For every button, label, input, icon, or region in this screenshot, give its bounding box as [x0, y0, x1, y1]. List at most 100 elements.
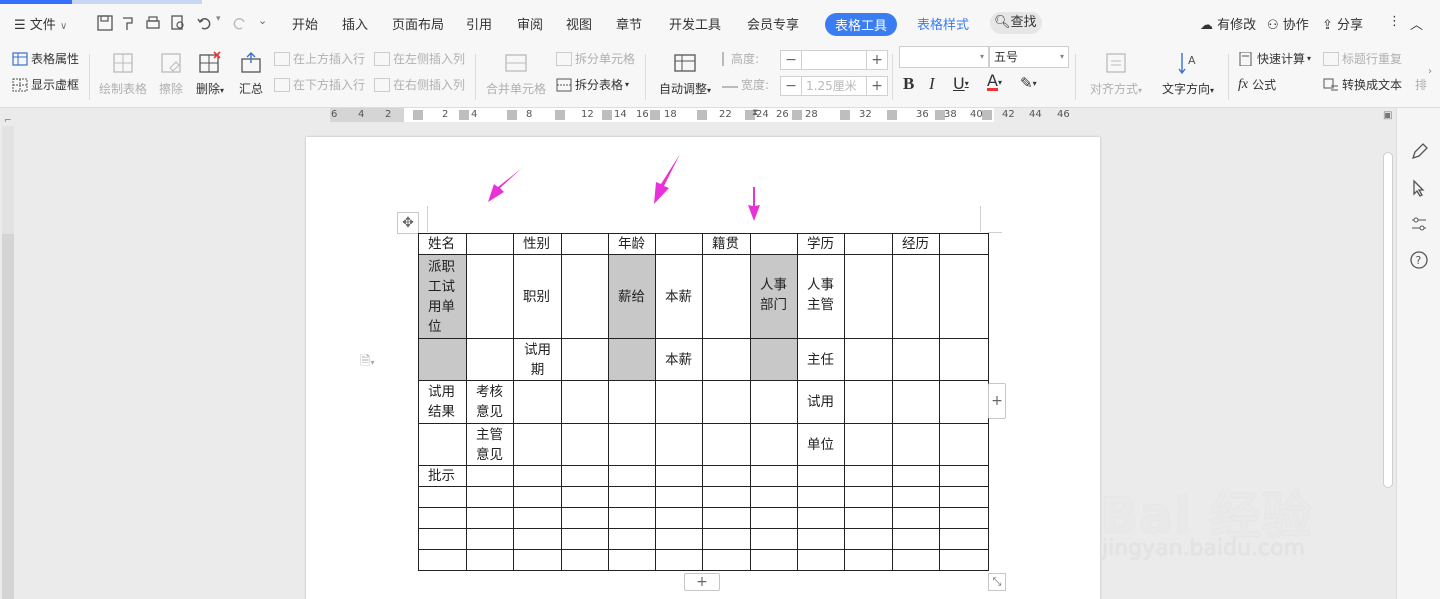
horizontal-ruler[interactable]: 6 4 2 2 4 8 12 14 16 18 22 24 26 28 32 3… [0, 108, 1380, 126]
redo-icon[interactable] [230, 14, 248, 32]
table-cell[interactable] [939, 338, 989, 381]
ruler-column-marker[interactable] [602, 110, 612, 120]
table-cell[interactable]: 试用结果 [418, 380, 467, 424]
tab-review[interactable]: 审阅 [517, 14, 543, 33]
table-cell[interactable] [939, 549, 989, 571]
ruler-column-marker[interactable] [792, 110, 802, 120]
table-cell[interactable] [655, 233, 703, 255]
tab-page-layout[interactable]: 页面布局 [392, 14, 444, 33]
table-cell[interactable] [608, 380, 656, 424]
table-cell[interactable]: 职别 [513, 254, 562, 339]
ruler-column-marker[interactable] [459, 110, 469, 120]
ruler-column-marker[interactable] [413, 110, 423, 120]
insert-row-above-button[interactable]: 在上方插入行 [274, 50, 365, 67]
table-cell[interactable] [892, 549, 940, 571]
ruler-column-marker[interactable] [982, 110, 992, 120]
table-cell[interactable] [797, 486, 845, 508]
table-cell[interactable] [513, 423, 562, 466]
show-gridlines-button[interactable]: 显示虚框 [12, 76, 79, 93]
table-cell[interactable] [655, 465, 703, 487]
vertical-ruler[interactable]: ⌐ [0, 116, 18, 599]
table-cell[interactable] [608, 528, 656, 550]
sort-button-partial[interactable]: 排 [1415, 76, 1427, 93]
table-cell[interactable] [750, 380, 798, 424]
modified-status[interactable]: ☁ 有修改 [1200, 14, 1256, 33]
font-color-button[interactable]: A ▾ [987, 73, 1002, 91]
bold-button[interactable]: B [903, 74, 914, 94]
table-cell[interactable] [513, 507, 562, 529]
table-cell[interactable] [797, 549, 845, 571]
table-move-handle-icon[interactable]: ✥ [397, 212, 419, 234]
align-button[interactable]: 对齐方式▾ [1084, 46, 1148, 106]
table-cell[interactable] [418, 338, 467, 381]
summary-button[interactable]: 汇总 [236, 46, 266, 106]
table-cell[interactable] [844, 465, 893, 487]
table-cell[interactable] [844, 423, 893, 466]
height-input[interactable] [801, 51, 867, 69]
draw-table-button[interactable]: 绘制表格 [97, 46, 149, 106]
table-cell[interactable] [702, 507, 751, 529]
table-cell[interactable] [608, 338, 656, 381]
print-icon[interactable] [144, 14, 162, 32]
table-cell[interactable] [750, 549, 798, 571]
table-cell[interactable]: 年龄 [608, 233, 656, 255]
erase-button[interactable]: 擦除 [156, 46, 186, 106]
table-cell[interactable] [892, 486, 940, 508]
table-cell[interactable] [513, 528, 562, 550]
table-cell[interactable] [892, 380, 940, 424]
ruler-column-marker[interactable] [840, 110, 850, 120]
indent-marker-icon[interactable]: ⧗ [752, 108, 758, 118]
table-cell[interactable] [892, 423, 940, 466]
help-icon[interactable]: ? [1409, 250, 1429, 270]
table-cell[interactable] [418, 486, 467, 508]
table-cell[interactable] [939, 507, 989, 529]
table-cell[interactable] [561, 528, 609, 550]
formula-button[interactable]: fx 公式 [1238, 76, 1276, 93]
split-table-button[interactable]: 拆分表格 ▾ [556, 76, 629, 93]
ruler-column-marker[interactable] [507, 110, 517, 120]
table-cell[interactable] [513, 380, 562, 424]
ruler-column-marker[interactable] [650, 110, 660, 120]
undo-icon[interactable] [196, 14, 214, 32]
table-cell[interactable] [939, 528, 989, 550]
table-cell[interactable]: 本薪 [655, 254, 703, 339]
plus-icon[interactable]: + [867, 52, 887, 68]
table-cell[interactable] [939, 423, 989, 466]
table-cell[interactable] [750, 233, 798, 255]
ruler-column-marker[interactable] [555, 110, 565, 120]
height-stepper[interactable]: − + [780, 50, 888, 70]
font-size-select[interactable]: 五号 ▾ [989, 46, 1069, 68]
table-cell[interactable] [561, 338, 609, 381]
table-cell[interactable] [702, 423, 751, 466]
table-cell[interactable] [608, 486, 656, 508]
table-cell[interactable] [466, 549, 514, 571]
table-cell[interactable] [750, 465, 798, 487]
table-cell[interactable]: 本薪 [655, 338, 703, 381]
table-cell[interactable] [418, 549, 467, 571]
delete-button[interactable]: 删除▾ [192, 46, 228, 106]
edit-pen-icon[interactable] [1409, 142, 1429, 162]
tab-references[interactable]: 引用 [466, 14, 492, 33]
plus-icon[interactable]: + [867, 78, 887, 94]
table-cell[interactable] [466, 338, 514, 381]
table-cell[interactable] [466, 507, 514, 529]
to-text-button[interactable]: 转换成文本 [1323, 76, 1402, 93]
table-cell[interactable] [513, 465, 562, 487]
table-cell[interactable] [561, 549, 609, 571]
table-cell[interactable]: 学历 [797, 233, 845, 255]
table-cell[interactable] [797, 507, 845, 529]
undo-dropdown-icon[interactable]: ▾ [216, 14, 221, 24]
table-cell[interactable] [655, 380, 703, 424]
table-cell[interactable] [702, 528, 751, 550]
table-cell[interactable]: 考核意见 [466, 380, 514, 424]
ruler-column-marker[interactable] [887, 110, 897, 120]
table-cell[interactable]: 主任 [797, 338, 845, 381]
collab-button[interactable]: ⚇ 协作 [1267, 14, 1309, 33]
scrollbar-thumb[interactable] [1383, 152, 1393, 488]
print-preview-icon[interactable] [169, 14, 187, 32]
table-cell[interactable] [797, 528, 845, 550]
share-button[interactable]: ⇪ 分享 [1322, 14, 1363, 33]
more-icon[interactable]: ⋮ [1388, 14, 1401, 29]
table-cell[interactable] [844, 486, 893, 508]
width-stepper[interactable]: −1.25厘米 + [780, 76, 888, 96]
